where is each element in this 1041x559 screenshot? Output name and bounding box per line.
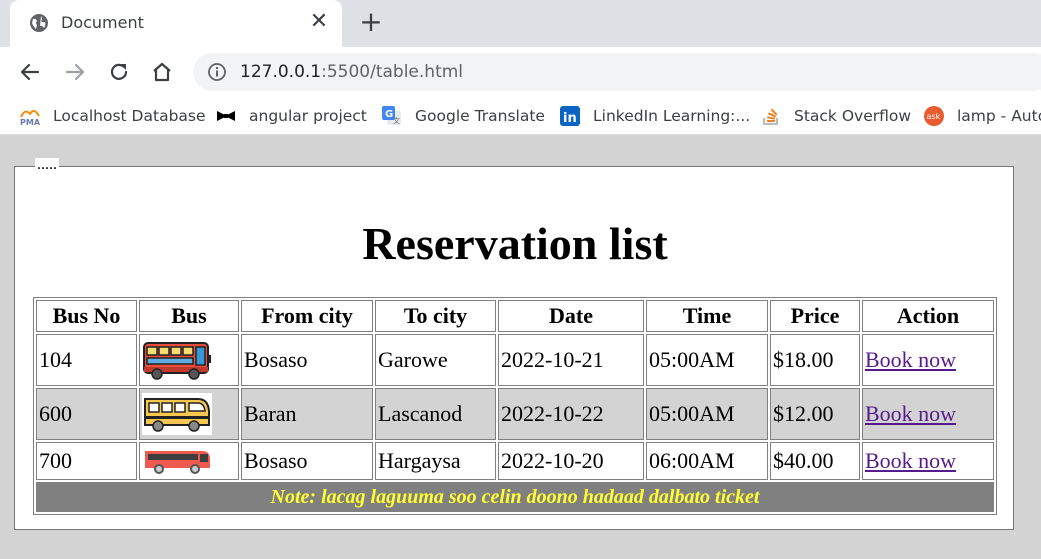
note-row: Note: lacag laguuma soo celin doono hada… (36, 482, 994, 512)
url-path: :5500/table.html (321, 62, 464, 82)
cell-time: 05:00AM (646, 388, 768, 440)
red-coach-bus-icon (145, 451, 210, 474)
cell-time: 05:00AM (646, 334, 768, 386)
book-now-link[interactable]: Book now (865, 448, 956, 473)
cell-to-city: Hargaysa (375, 442, 496, 480)
home-icon[interactable] (148, 58, 176, 86)
table-header-row: Bus No Bus From city To city Date Time P… (36, 300, 994, 332)
stackoverflow-icon (763, 108, 778, 125)
header-to-city: To city (375, 300, 496, 332)
phpmyadmin-icon: PMA (20, 110, 41, 127)
address-bar[interactable]: 127.0.0.1:5500/table.html (193, 53, 1041, 91)
cell-price: $40.00 (770, 442, 860, 480)
bookmark-label: Localhost Database (53, 107, 206, 125)
bookmark-stack-overflow[interactable]: Stack Overflow (760, 105, 911, 127)
cell-price: $12.00 (770, 388, 860, 440)
svg-text:in: in (563, 111, 577, 126)
table-row: 104 Bosaso Garowe 2022-10-21 05:00AM $18… (36, 334, 994, 386)
globe-icon (30, 14, 48, 32)
svg-text:文: 文 (393, 116, 400, 125)
page-viewport: ..... Reservation list Bus No Bus From c… (0, 136, 1041, 559)
cell-date: 2022-10-21 (498, 334, 644, 386)
reload-icon[interactable] (105, 58, 133, 86)
cell-from-city: Bosaso (241, 442, 373, 480)
tab-document[interactable]: Document ✕ (10, 0, 342, 47)
cell-bus (139, 442, 239, 480)
header-bus: Bus (139, 300, 239, 332)
cell-action: Book now (862, 334, 994, 386)
header-time: Time (646, 300, 768, 332)
bookmark-label: Stack Overflow (794, 107, 912, 125)
cell-bus-no: 600 (36, 388, 137, 440)
bowtie-icon (217, 111, 235, 121)
bookmark-linkedin-learning[interactable]: in LinkedIn Learning:... (559, 105, 750, 127)
bookmark-lamp-auto[interactable]: ask lamp - Auto (923, 105, 1041, 127)
table-row: 600 Baran Lascanod 2022-10-22 05:00AM $1… (36, 388, 994, 440)
cell-from-city: Bosaso (241, 334, 373, 386)
svg-text:ask: ask (927, 112, 941, 121)
cell-price: $18.00 (770, 334, 860, 386)
cell-action: Book now (862, 442, 994, 480)
book-now-link[interactable]: Book now (865, 401, 956, 426)
cell-to-city: Lascanod (375, 388, 496, 440)
book-now-link[interactable]: Book now (865, 347, 956, 372)
red-double-bus-icon (143, 342, 211, 380)
google-translate-icon: G 文 (382, 106, 401, 125)
header-from-city: From city (241, 300, 373, 332)
browser-toolbar: 127.0.0.1:5500/table.html (0, 47, 1041, 97)
cell-bus-no: 104 (36, 334, 137, 386)
url-host: 127.0.0.1 (240, 62, 322, 82)
new-tab-button[interactable]: + (358, 8, 384, 36)
header-date: Date (498, 300, 644, 332)
ask-icon: ask (924, 106, 944, 126)
cell-to-city: Garowe (375, 334, 496, 386)
cell-from-city: Baran (241, 388, 373, 440)
yellow-bus-icon (142, 393, 212, 435)
bookmark-label: lamp - Auto (957, 107, 1041, 125)
cell-action: Book now (862, 388, 994, 440)
cell-date: 2022-10-20 (498, 442, 644, 480)
cell-date: 2022-10-22 (498, 388, 644, 440)
bookmark-label: LinkedIn Learning:... (593, 107, 751, 125)
svg-text:G: G (385, 109, 393, 120)
page-title: Reservation list (362, 218, 668, 269)
cell-bus (139, 334, 239, 386)
fieldset-legend: ..... (35, 156, 59, 173)
info-icon[interactable] (207, 62, 227, 82)
table-row: 700 Bosaso Hargaysa 2022-10-20 06:00AM $… (36, 442, 994, 480)
bookmark-google-translate[interactable]: G 文 Google Translate (381, 105, 545, 127)
back-arrow-icon[interactable] (16, 58, 44, 86)
reservation-table: Bus No Bus From city To city Date Time P… (33, 297, 997, 515)
cell-bus (139, 388, 239, 440)
tab-strip: Document ✕ + (0, 0, 1041, 47)
svg-text:PMA: PMA (20, 118, 41, 127)
refund-note: Note: lacag laguuma soo celin doono hada… (36, 482, 994, 512)
url-text[interactable]: 127.0.0.1:5500/table.html (240, 62, 463, 82)
bookmark-angular-project[interactable]: angular project (215, 105, 367, 127)
reservation-fieldset: ..... Reservation list Bus No Bus From c… (14, 157, 1014, 530)
cell-time: 06:00AM (646, 442, 768, 480)
header-bus-no: Bus No (36, 300, 137, 332)
close-tab-icon[interactable]: ✕ (308, 11, 330, 33)
bookmark-label: Google Translate (415, 107, 545, 125)
tab-title: Document (61, 13, 144, 32)
header-price: Price (770, 300, 860, 332)
header-action: Action (862, 300, 994, 332)
bookmarks-bar: PMA Localhost Database angular project G… (0, 97, 1041, 135)
linkedin-icon: in (560, 106, 580, 126)
forward-arrow-icon[interactable] (61, 58, 89, 86)
bookmark-label: angular project (249, 107, 367, 125)
bookmark-localhost-database[interactable]: PMA Localhost Database (19, 105, 206, 127)
cell-bus-no: 700 (36, 442, 137, 480)
